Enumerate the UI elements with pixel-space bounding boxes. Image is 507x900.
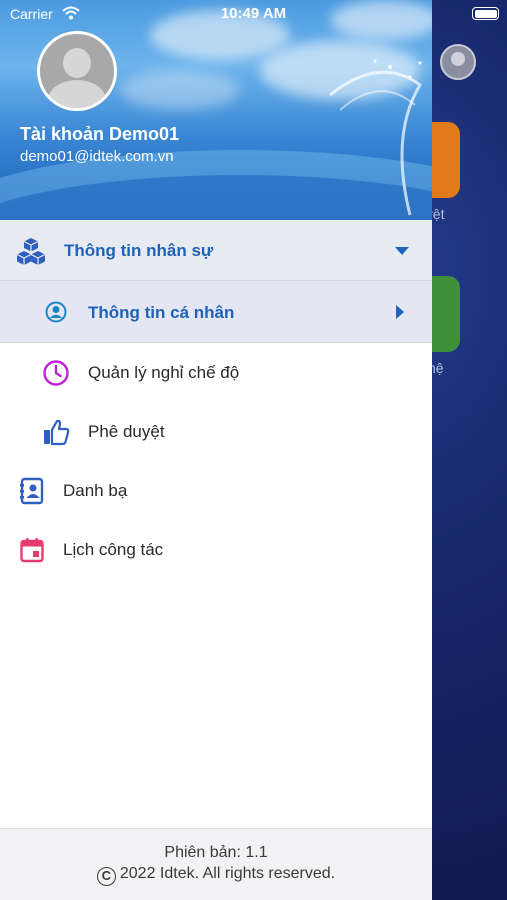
chevron-right-icon xyxy=(396,305,404,319)
contacts-book-icon xyxy=(18,477,46,505)
cubes-icon xyxy=(16,237,46,265)
background-avatar xyxy=(440,44,476,80)
menu-item-label: Thông tin cá nhân xyxy=(88,303,235,322)
copyright-text: 2022 Idtek. All rights reserved. xyxy=(119,865,336,882)
profile-email: demo01@idtek.com.vn xyxy=(20,148,174,165)
copyright-icon: C xyxy=(96,867,116,886)
menu-group-label: Thông tin nhân sự xyxy=(64,241,214,260)
menu-item-label: Phê duyệt xyxy=(88,422,165,441)
menu-item-approval[interactable]: Phê duyệt xyxy=(0,402,432,461)
drawer-header: Carrier 10:49 AM Tài khoản Demo01 demo01… xyxy=(0,0,432,220)
version-label: Phiên bản: 1.1 xyxy=(164,844,268,861)
thumbs-up-icon xyxy=(42,418,70,446)
battery-icon xyxy=(472,7,499,20)
menu-item-contacts[interactable]: Danh bạ xyxy=(0,461,432,520)
menu-group-personnel-info[interactable]: Thông tin nhân sự xyxy=(0,220,432,281)
profile-name: Tài khoản Demo01 xyxy=(20,124,180,144)
navigation-drawer: Carrier 10:49 AM Tài khoản Demo01 demo01… xyxy=(0,0,432,900)
menu-item-label: Danh bạ xyxy=(63,481,128,500)
cloud-decoration xyxy=(120,70,240,110)
splash-decoration xyxy=(329,59,422,216)
calendar-icon xyxy=(18,536,46,564)
status-time: 10:49 AM xyxy=(220,5,287,22)
clock-icon xyxy=(42,359,70,387)
profile-avatar[interactable] xyxy=(37,31,117,111)
menu-item-personal-info[interactable]: Thông tin cá nhân xyxy=(0,281,432,343)
copyright-line: C 2022 Idtek. All rights reserved. xyxy=(0,865,432,886)
menu-item-label: Quản lý nghỉ chế độ xyxy=(88,363,240,382)
menu-item-label: Lịch công tác xyxy=(63,540,164,559)
chevron-down-icon xyxy=(395,247,409,255)
person-circle-icon xyxy=(45,301,67,323)
menu-item-work-schedule[interactable]: Lịch công tác xyxy=(0,520,432,579)
drawer-footer: Phiên bản: 1.1 C 2022 Idtek. All rights r… xyxy=(0,828,432,900)
menu-item-leave-management[interactable]: Quản lý nghỉ chế độ xyxy=(0,343,432,402)
drawer-menu: Thông tin nhân sự Thông tin cá nhân Quản… xyxy=(0,220,432,579)
